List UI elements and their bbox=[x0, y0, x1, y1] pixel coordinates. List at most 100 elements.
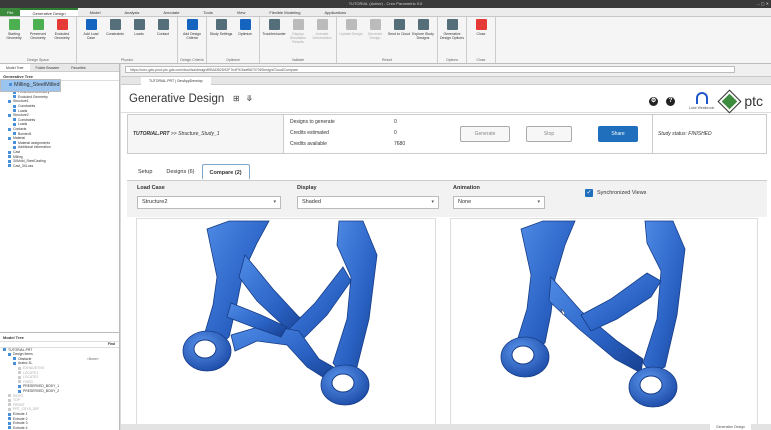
tree-node-icon bbox=[13, 357, 16, 361]
constraints-icon bbox=[109, 19, 121, 30]
ribbon-button[interactable]: Generate Design bbox=[363, 19, 387, 63]
ribbon-button[interactable]: Troubleshooter bbox=[262, 19, 286, 63]
tree-node-icon bbox=[18, 389, 21, 393]
model-tree: TUTORIAL.PRT Design Items Obstacle <None> Ar… bbox=[0, 348, 119, 430]
load-case-icon bbox=[85, 19, 97, 30]
share-button[interactable]: Share bbox=[598, 126, 638, 142]
generate-button[interactable]: Generate bbox=[460, 126, 510, 142]
user-profile[interactable]: Luke Westbrook bbox=[689, 92, 714, 110]
ribbon-tab[interactable]: Tools bbox=[191, 8, 224, 16]
ribbon-button[interactable]: Excluded Geometry bbox=[50, 19, 74, 63]
ribbon-button-label: Contact bbox=[156, 32, 170, 36]
gd-tabs: Setup Designs (6) Compare (2) bbox=[131, 164, 250, 180]
ribbon-group-label: Close bbox=[476, 58, 486, 62]
url-field[interactable]: https://creo-gds-prod.ptc.gds.com/dsc/ds… bbox=[125, 66, 735, 73]
panel-tab[interactable]: Folder Browser bbox=[30, 64, 66, 71]
design-viewport-right[interactable] bbox=[450, 218, 758, 428]
ribbon-button[interactable]: Loads bbox=[127, 19, 151, 63]
tree-node-icon bbox=[18, 366, 21, 370]
ribbon-button[interactable]: Close bbox=[469, 19, 493, 63]
document-tab[interactable]: TUTORIAL.PRT | GenAppDevelop bbox=[141, 77, 211, 85]
stat-row: Credits estimated 0 bbox=[290, 130, 397, 136]
ribbon-button[interactable]: Contact bbox=[151, 19, 175, 63]
cloud-icon bbox=[393, 19, 405, 30]
study-settings-icon bbox=[215, 19, 227, 30]
ribbon-button[interactable]: Animate Deformation bbox=[310, 19, 334, 63]
update-design-icon bbox=[345, 19, 357, 30]
ribbon-tab[interactable]: Flexible Modeling bbox=[257, 8, 312, 16]
ribbon-tab[interactable]: Annotate bbox=[151, 8, 191, 16]
synchronized-views-checkbox[interactable]: ✓ Synchronized Views bbox=[585, 189, 646, 197]
compare-icon[interactable]: ⊞ bbox=[233, 94, 240, 103]
tree-node-icon bbox=[8, 164, 11, 168]
stat-value: 0 bbox=[394, 130, 397, 136]
ribbon-button[interactable]: Explore Study Designs bbox=[411, 19, 435, 63]
study-name: TUTORIAL.PRT >> Structure_Study_1 bbox=[128, 115, 284, 153]
help-icon[interactable]: ? bbox=[666, 96, 676, 106]
ribbon-tab[interactable]: Generative Design bbox=[20, 8, 78, 16]
ribbon-button-label: Display Simulation Results bbox=[289, 32, 307, 44]
tree-node-icon bbox=[8, 155, 11, 159]
tree-item[interactable]: Cast_3XLoss bbox=[0, 164, 119, 169]
ribbon-button[interactable]: Preserved Geometry bbox=[26, 19, 50, 63]
ribbon-button[interactable]: Add Design Criteria bbox=[180, 19, 204, 63]
ribbon-button[interactable]: Send to Cloud bbox=[387, 19, 411, 63]
animation-value: None bbox=[458, 199, 472, 205]
window-controls[interactable]: – ▢ ✕ bbox=[757, 0, 769, 8]
study-separator: >> bbox=[169, 131, 179, 137]
ribbon-button[interactable]: Constraints bbox=[103, 19, 127, 63]
tree-item-label: RIGHT bbox=[13, 393, 24, 398]
tree-item-label: Design Items bbox=[13, 352, 33, 357]
display-value: Shaded bbox=[302, 199, 321, 205]
status-selector[interactable]: Generative Design bbox=[710, 424, 751, 430]
ribbon-tab[interactable]: Model bbox=[78, 8, 113, 16]
stop-button[interactable]: Stop bbox=[526, 126, 572, 142]
settings-icon[interactable]: ⚙ bbox=[649, 96, 659, 106]
animation-select[interactable]: None ▾ bbox=[453, 196, 545, 209]
model-tree-title: Model Tree bbox=[3, 335, 24, 340]
tree-item[interactable]: Milling_SteelMilled bbox=[0, 79, 61, 92]
ribbon-button[interactable]: Add Load Case bbox=[79, 19, 103, 63]
display-label: Display bbox=[297, 185, 317, 191]
study-title: Structure_Study_1 bbox=[178, 131, 220, 137]
ribbon-button-label: Add Load Case bbox=[83, 32, 99, 40]
tree-item-label: Loads bbox=[18, 108, 28, 113]
ribbon-button-label: Preserved Geometry bbox=[30, 32, 46, 40]
ribbon-tab[interactable]: View bbox=[225, 8, 258, 16]
stat-value: 7680 bbox=[394, 141, 406, 147]
window-title: TUTORIAL (Active) - Creo Parametric 9.0 bbox=[348, 1, 423, 6]
tree-node-icon bbox=[13, 141, 16, 145]
display-select[interactable]: Shaded ▾ bbox=[297, 196, 439, 209]
panel-tab[interactable]: Model Tree bbox=[0, 64, 30, 71]
tree-item-label: Milling bbox=[13, 154, 23, 159]
ribbon-button[interactable]: Starting Geometry bbox=[2, 19, 26, 63]
design-viewport-left[interactable] bbox=[136, 218, 436, 428]
document-tabbar: TUTORIAL.PRT | GenAppDevelop bbox=[121, 77, 771, 85]
ribbon-tab[interactable]: Applications bbox=[313, 8, 359, 16]
ribbon-button[interactable]: Optimize bbox=[233, 19, 257, 63]
chevron-down-icon: ▾ bbox=[273, 199, 276, 205]
pin-icon[interactable]: ⤋ bbox=[246, 94, 253, 103]
ribbon-button[interactable]: Display Simulation Results bbox=[286, 19, 310, 63]
tree-node-icon bbox=[13, 132, 16, 136]
ribbon-button[interactable]: Study Settings bbox=[209, 19, 233, 63]
tree-node-icon bbox=[13, 145, 16, 149]
stat-label: Designs to generate bbox=[290, 119, 335, 125]
tree-node-icon bbox=[8, 412, 11, 416]
tab-setup[interactable]: Setup bbox=[131, 164, 159, 180]
ribbon-tab[interactable]: File bbox=[0, 8, 21, 16]
ribbon-button[interactable]: Update Design bbox=[339, 19, 363, 63]
tree-node-icon bbox=[8, 99, 11, 103]
tree-item[interactable]: Extrude 4 bbox=[0, 426, 119, 430]
stat-value: 0 bbox=[394, 119, 397, 125]
tab-compare[interactable]: Compare (2) bbox=[201, 164, 250, 180]
panel-tabs: Model Tree Folder Browser Favorites bbox=[0, 64, 119, 72]
ribbon-button[interactable]: Generative Design Options bbox=[440, 19, 464, 63]
panel-tab[interactable]: Favorites bbox=[65, 64, 91, 71]
tab-designs[interactable]: Designs (6) bbox=[159, 164, 201, 180]
load-case-select[interactable]: Structure2 ▾ bbox=[137, 196, 281, 209]
ribbon-tab[interactable]: Analysis bbox=[113, 8, 152, 16]
ribbon-group: Add Load Case Constraints Loads Contact Phys… bbox=[77, 17, 178, 63]
tree-item-label: Obstacle bbox=[18, 356, 32, 361]
tree-node-icon bbox=[18, 375, 21, 379]
